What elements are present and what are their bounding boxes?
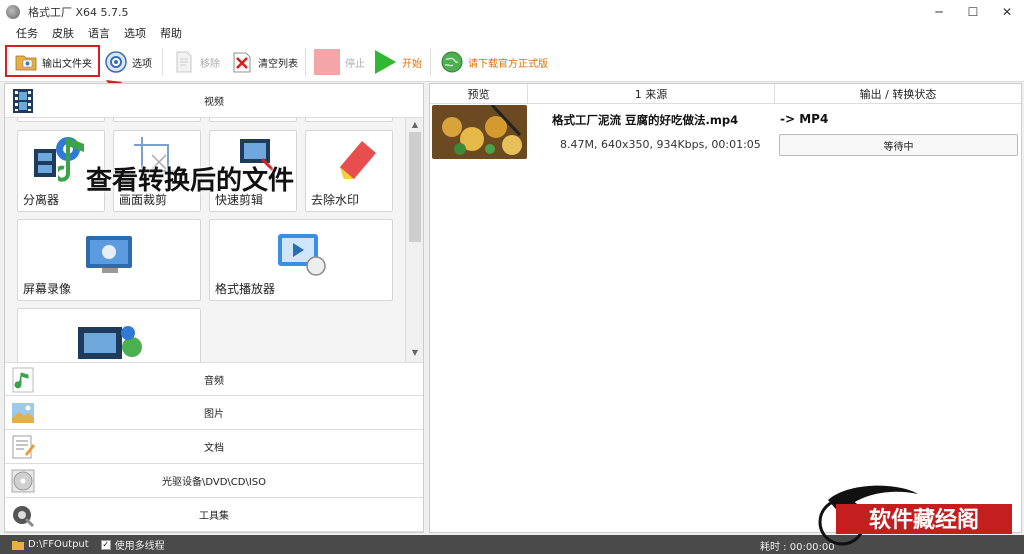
menu-bar: 任务 皮肤 语言 选项 帮助 <box>0 24 1024 42</box>
start-label: 开始 <box>402 58 422 70</box>
watermark-text: 软件藏经阁 <box>869 507 979 533</box>
toolbar-divider <box>162 48 163 76</box>
window-controls: ─ ☐ ✕ <box>922 0 1024 24</box>
column-source[interactable]: 1 来源 <box>528 84 775 104</box>
column-preview[interactable]: 预览 <box>430 84 528 104</box>
image-icon <box>12 403 34 423</box>
status-button[interactable]: 等待中 <box>779 134 1018 156</box>
tool-screen-record-label: 屏幕录像 <box>23 282 72 296</box>
window-title: 格式工厂 X64 5.7.5 <box>28 6 129 19</box>
column-output[interactable]: 输出 / 转换状态 <box>775 84 1021 104</box>
download-official-label: 请下载官方正式版 <box>468 58 548 70</box>
tool-tile-hidden[interactable] <box>209 118 297 122</box>
category-document-label: 文档 <box>204 443 224 454</box>
tool-player[interactable]: 格式播放器 <box>209 219 393 301</box>
maximize-button[interactable]: ☐ <box>956 0 990 24</box>
menu-language[interactable]: 语言 <box>88 25 110 41</box>
folder-small-icon <box>12 540 24 550</box>
multithread-checkbox[interactable]: ✓ 使用多线程 <box>100 537 165 552</box>
multithread-label: 使用多线程 <box>114 541 165 552</box>
stop-icon <box>314 49 340 75</box>
tool-video-converter[interactable] <box>17 308 201 362</box>
download-official-button[interactable]: 请下载官方正式版 <box>440 46 548 78</box>
menu-task[interactable]: 任务 <box>16 25 38 41</box>
play-icon <box>375 50 396 74</box>
category-audio[interactable]: 音频 <box>5 362 423 396</box>
category-image-label: 图片 <box>204 409 224 420</box>
remove-button[interactable]: 移除 <box>172 46 220 78</box>
eraser-icon <box>340 141 376 179</box>
output-format: -> MP4 <box>780 112 829 126</box>
video-convert-icon <box>78 326 142 359</box>
tool-remove-watermark[interactable]: 去除水印 <box>305 130 393 212</box>
tool-splitter-label: 分离器 <box>23 193 60 207</box>
menu-skin[interactable]: 皮肤 <box>52 25 74 41</box>
category-toolbox-label: 工具集 <box>199 511 229 522</box>
app-icon <box>6 5 20 19</box>
video-thumbnail <box>432 105 527 159</box>
category-audio-label: 音频 <box>204 375 224 387</box>
clear-list-button[interactable]: 清空列表 <box>230 46 298 78</box>
category-optical-drive[interactable]: 光驱设备\DVD\CD\ISO <box>5 464 423 498</box>
annotation-text: 查看转换后的文件 <box>86 166 295 196</box>
player-icon <box>278 234 326 276</box>
start-button[interactable]: 开始 <box>372 46 422 78</box>
screen-record-icon <box>86 236 132 273</box>
film-icon <box>13 89 33 113</box>
category-optical-drive-label: 光驱设备\DVD\CD\ISO <box>161 477 267 488</box>
toolbox-icon <box>13 506 35 528</box>
menu-help[interactable]: 帮助 <box>160 25 182 41</box>
toolbar-divider <box>305 48 306 76</box>
tool-remove-watermark-label: 去除水印 <box>311 193 360 207</box>
stop-label: 停止 <box>345 58 365 70</box>
tool-player-label: 格式播放器 <box>215 282 276 296</box>
title-bar: 格式工厂 X64 5.7.5 ─ ☐ ✕ <box>0 0 1024 24</box>
close-button[interactable]: ✕ <box>990 0 1024 24</box>
output-path[interactable]: D:\FFOutput <box>12 539 89 550</box>
category-document[interactable]: 文档 <box>5 430 423 464</box>
tool-tile-hidden[interactable] <box>113 118 201 122</box>
category-video[interactable]: 视频 <box>5 84 423 118</box>
category-toolbox[interactable]: 工具集 <box>5 498 423 532</box>
menu-options[interactable]: 选项 <box>124 25 146 41</box>
options-button[interactable]: 选项 <box>104 46 152 78</box>
document-remove-icon <box>176 51 192 73</box>
tool-screen-record[interactable]: 屏幕录像 <box>17 219 201 301</box>
clear-list-label: 清空列表 <box>258 58 298 70</box>
category-image[interactable]: 图片 <box>5 396 423 430</box>
output-path-text: D:\FFOutput <box>28 539 89 550</box>
toolbar-divider <box>430 48 431 76</box>
scroll-up-icon[interactable]: ▲ <box>409 120 421 132</box>
scroll-thumb[interactable] <box>409 132 421 242</box>
minimize-button[interactable]: ─ <box>922 0 956 24</box>
disc-icon <box>11 469 35 493</box>
options-label: 选项 <box>132 58 152 70</box>
tool-tile-hidden[interactable] <box>305 118 393 122</box>
globe-icon <box>441 51 463 73</box>
clear-list-icon <box>233 52 251 73</box>
scroll-down-icon[interactable]: ▼ <box>409 348 421 360</box>
tool-tile-hidden[interactable] <box>17 118 105 122</box>
site-watermark-logo: 软件藏经阁 <box>818 485 1012 546</box>
output-folder-highlight <box>5 45 100 77</box>
music-note-icon <box>12 367 34 393</box>
options-icon <box>105 51 127 73</box>
tools-scrollbar[interactable]: ▲ ▼ <box>405 118 423 362</box>
document-icon <box>12 435 35 459</box>
remove-label: 移除 <box>200 58 220 70</box>
category-video-label: 视频 <box>204 97 224 108</box>
stop-button[interactable]: 停止 <box>313 46 365 78</box>
file-name: 格式工厂泥流 豆腐的好吃做法.mp4 <box>552 113 739 127</box>
checkbox-checked-icon: ✓ <box>100 539 111 550</box>
file-info: 8.47M, 640x350, 934Kbps, 00:01:05 <box>560 138 761 151</box>
file-list-panel: 预览 1 来源 输出 / 转换状态 格式工厂泥流 豆腐的好吃做法.mp4 8.4… <box>429 83 1022 533</box>
